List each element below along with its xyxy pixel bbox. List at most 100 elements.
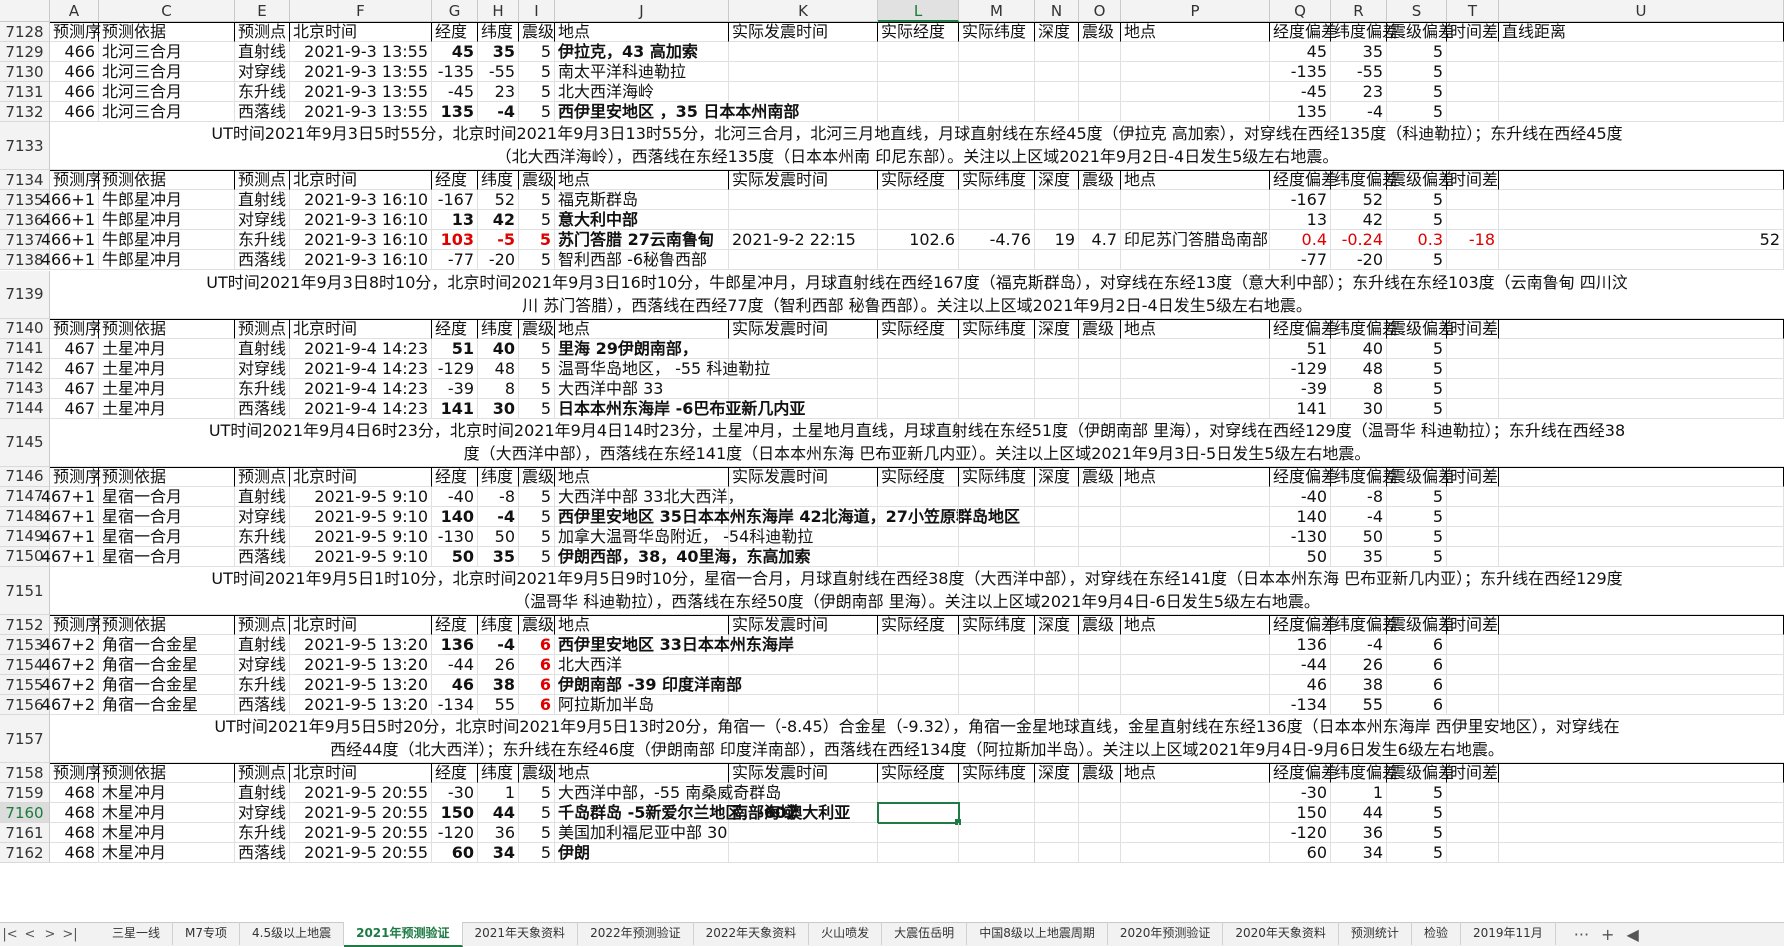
cell-e-7146[interactable]: 预测点 xyxy=(235,466,290,487)
cell-h-7150[interactable]: 35 xyxy=(478,546,519,567)
cell-h-7130[interactable]: -55 xyxy=(478,62,519,83)
cell-o-7148[interactable] xyxy=(1079,506,1121,527)
sheet-tab[interactable]: 火山喷发 xyxy=(809,922,883,945)
cell-p-7137[interactable]: 印尼苏门答腊岛南部 xyxy=(1121,230,1270,251)
cell-t-7153[interactable] xyxy=(1447,635,1499,656)
cell-t-7146[interactable]: 时间差 xyxy=(1447,466,1499,487)
cell-g-7158[interactable]: 经度 xyxy=(432,763,478,784)
cell-t-7152[interactable]: 时间差 xyxy=(1447,615,1499,636)
cell-r-7156[interactable]: 55 xyxy=(1331,695,1387,716)
cell-f-7143[interactable]: 2021-9-4 14:23 xyxy=(290,378,432,399)
cell-n-7158[interactable]: 深度 xyxy=(1035,763,1079,784)
cell-p-7140[interactable]: 地点 xyxy=(1121,318,1270,339)
cell-c-7137[interactable]: 牛郎星冲月 xyxy=(99,230,235,251)
cell-h-7155[interactable]: 38 xyxy=(478,675,519,696)
cell-m-7130[interactable] xyxy=(959,62,1035,83)
cell-q-7144[interactable]: 141 xyxy=(1270,398,1331,419)
row-header-7162[interactable]: 7162 xyxy=(0,843,50,864)
cell-g-7149[interactable]: -130 xyxy=(432,526,478,547)
cell-a-7142[interactable]: 467 xyxy=(50,358,99,379)
cell-o-7143[interactable] xyxy=(1079,378,1121,399)
cell-k-7156[interactable] xyxy=(729,695,878,716)
cell-j-7134[interactable]: 地点 xyxy=(555,170,729,191)
cell-p-7132[interactable] xyxy=(1121,102,1270,123)
cell-f-7138[interactable]: 2021-9-3 16:10 xyxy=(290,250,432,271)
cell-p-7144[interactable] xyxy=(1121,398,1270,419)
cell-c-7149[interactable]: 星宿一合月 xyxy=(99,526,235,547)
cell-r-7158[interactable]: 纬度偏差 xyxy=(1331,763,1398,784)
cell-f-7140[interactable]: 北京时间 xyxy=(290,318,432,339)
cell-l-7129[interactable] xyxy=(878,42,959,63)
row-header-7159[interactable]: 7159 xyxy=(0,783,50,804)
row-header-7133[interactable]: 7133 xyxy=(0,122,50,171)
column-header-o[interactable]: O xyxy=(1079,0,1121,22)
cell-e-7161[interactable]: 东升线 xyxy=(235,823,290,844)
cell-h-7146[interactable]: 纬度 xyxy=(478,466,519,487)
cell-h-7140[interactable]: 纬度 xyxy=(478,318,519,339)
cell-u-7142[interactable] xyxy=(1499,358,1784,379)
cell-h-7148[interactable]: -4 xyxy=(478,506,519,527)
cell-r-7131[interactable]: 23 xyxy=(1331,82,1387,103)
cell-q-7158[interactable]: 经度偏差 xyxy=(1270,763,1337,784)
cell-s-7132[interactable]: 5 xyxy=(1387,102,1447,123)
row-header-7130[interactable]: 7130 xyxy=(0,62,50,83)
cell-e-7149[interactable]: 东升线 xyxy=(235,526,290,547)
cell-f-7150[interactable]: 2021-9-5 9:10 xyxy=(290,546,432,567)
cell-h-7159[interactable]: 1 xyxy=(478,783,519,804)
cell-s-7142[interactable]: 5 xyxy=(1387,358,1447,379)
cell-h-7149[interactable]: 50 xyxy=(478,526,519,547)
sheet-tab[interactable]: 2021年预测验证 xyxy=(344,922,463,947)
cell-r-7155[interactable]: 38 xyxy=(1331,675,1387,696)
cell-c-7142[interactable]: 土星冲月 xyxy=(99,358,235,379)
cell-t-7142[interactable] xyxy=(1447,358,1499,379)
cell-i-7159[interactable]: 5 xyxy=(519,783,555,804)
cell-f-7148[interactable]: 2021-9-5 9:10 xyxy=(290,506,432,527)
cell-k-7159[interactable] xyxy=(729,783,878,804)
cell-q-7129[interactable]: 45 xyxy=(1270,42,1331,63)
cell-t-7136[interactable] xyxy=(1447,210,1499,231)
cell-a-7155[interactable]: 467+2 xyxy=(41,675,99,696)
column-header-t[interactable]: T xyxy=(1447,0,1499,22)
cell-c-7143[interactable]: 土星冲月 xyxy=(99,378,235,399)
cell-o-7137[interactable]: 4.7 xyxy=(1079,230,1121,251)
cell-q-7131[interactable]: -45 xyxy=(1270,82,1331,103)
cell-j-7159[interactable]: 大西洋中部，-55 南桑威奇群岛 xyxy=(555,783,781,804)
cell-h-7158[interactable]: 纬度 xyxy=(478,763,519,784)
cell-q-7159[interactable]: -30 xyxy=(1270,783,1331,804)
cell-n-7161[interactable] xyxy=(1035,823,1079,844)
cell-e-7134[interactable]: 预测点 xyxy=(235,170,290,191)
cell-h-7138[interactable]: -20 xyxy=(478,250,519,271)
cell-g-7132[interactable]: 135 xyxy=(432,102,478,123)
sheet-tab[interactable]: 4.5级以上地震 xyxy=(240,922,345,945)
cell-l-7150[interactable] xyxy=(878,546,959,567)
cell-i-7150[interactable]: 5 xyxy=(519,546,555,567)
cell-e-7138[interactable]: 西落线 xyxy=(235,250,290,271)
cell-q-7146[interactable]: 经度偏差 xyxy=(1270,466,1337,487)
cell-n-7160[interactable] xyxy=(1035,803,1079,824)
cell-g-7160[interactable]: 150 xyxy=(432,803,478,824)
cell-l-7131[interactable] xyxy=(878,82,959,103)
cell-j-7149[interactable]: 加拿大温哥华岛附近， -54科迪勒拉 xyxy=(555,526,813,547)
cell-c-7129[interactable]: 北河三合月 xyxy=(99,42,235,63)
cell-r-7154[interactable]: 26 xyxy=(1331,655,1387,676)
cell-l-7153[interactable] xyxy=(878,635,959,656)
cell-r-7135[interactable]: 52 xyxy=(1331,190,1387,211)
cell-p-7150[interactable] xyxy=(1121,546,1270,567)
cell-n-7153[interactable] xyxy=(1035,635,1079,656)
cell-o-7152[interactable]: 震级 xyxy=(1079,615,1121,636)
cell-u-7155[interactable] xyxy=(1499,675,1784,696)
cell-e-7156[interactable]: 西落线 xyxy=(235,695,290,716)
cell-h-7128[interactable]: 纬度 xyxy=(478,22,519,43)
cell-q-7161[interactable]: -120 xyxy=(1270,823,1331,844)
cell-i-7142[interactable]: 5 xyxy=(519,358,555,379)
cell-a-7140[interactable]: 预测序 xyxy=(50,318,101,339)
cell-a-7153[interactable]: 467+2 xyxy=(41,635,99,656)
cell-j-7152[interactable]: 地点 xyxy=(555,615,729,636)
cell-j-7143[interactable]: 大西洋中部 33 xyxy=(555,378,729,399)
cell-l-7159[interactable] xyxy=(878,783,959,804)
cell-j-7154[interactable]: 北大西洋 xyxy=(555,655,729,676)
row-header-7132[interactable]: 7132 xyxy=(0,102,50,123)
cell-o-7141[interactable] xyxy=(1079,338,1121,359)
cell-u-7132[interactable] xyxy=(1499,102,1784,123)
cell-l-7158[interactable]: 实际经度 xyxy=(878,763,959,784)
